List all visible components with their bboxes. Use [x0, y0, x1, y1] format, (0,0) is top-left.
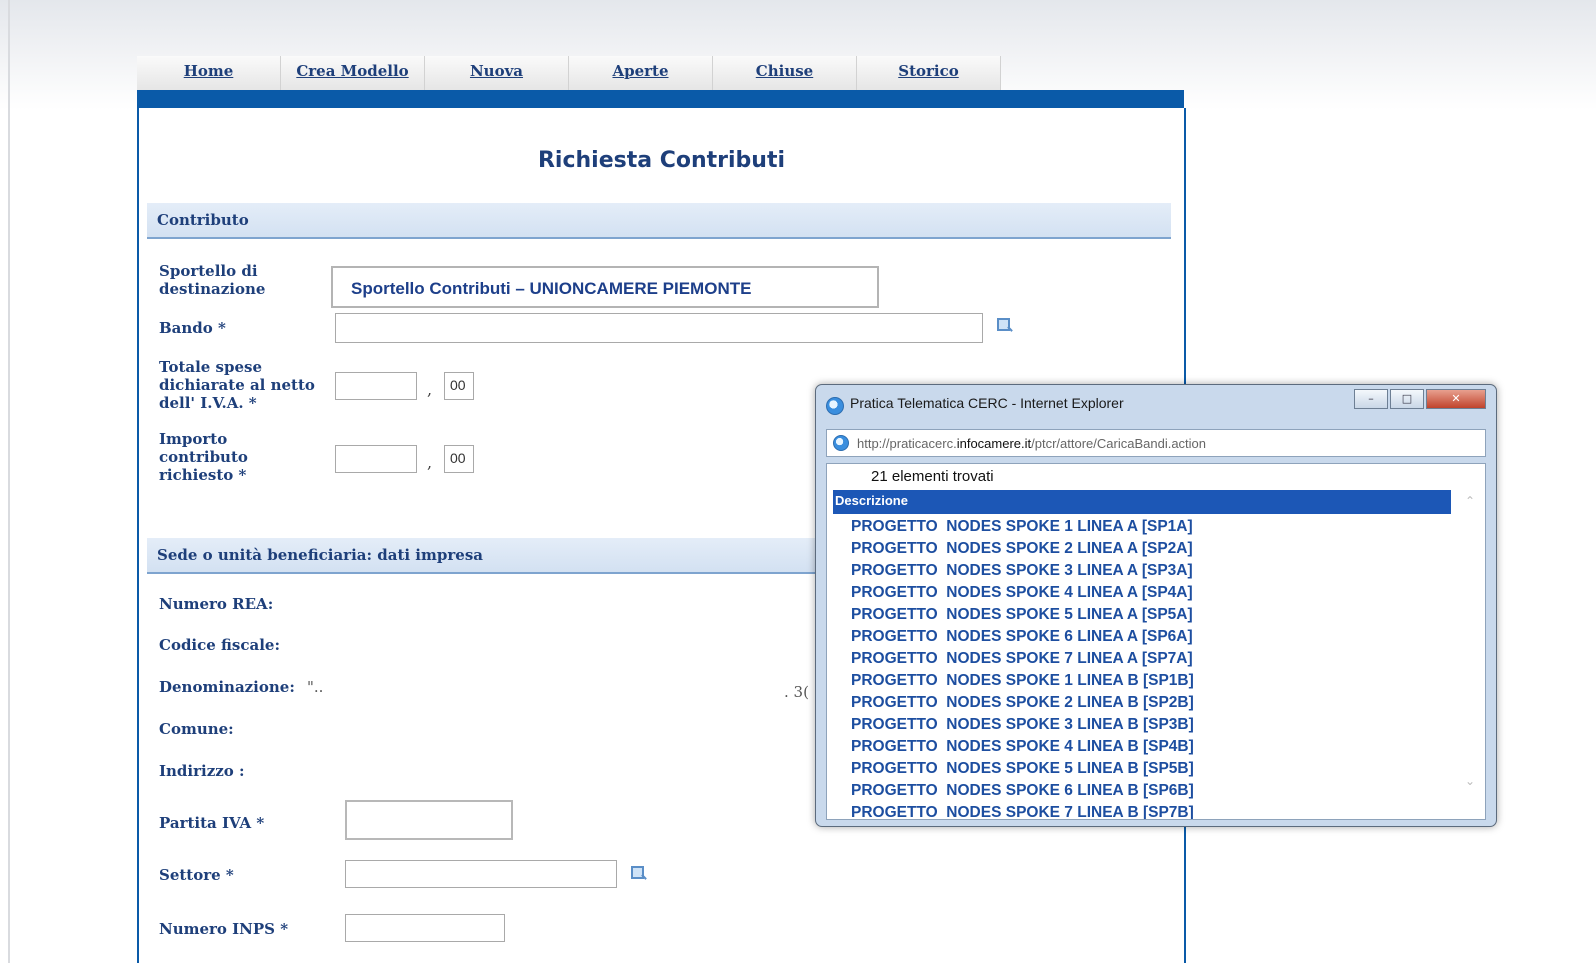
bando-input[interactable]	[335, 313, 983, 343]
totale-comma: ,	[427, 380, 433, 399]
url-path: /ptcr/attore/CaricaBandi.action	[1031, 436, 1207, 451]
url-host: infocamere.it	[956, 436, 1032, 451]
importo-comma: ,	[427, 453, 433, 472]
list-item[interactable]: PROGETTO NODES SPOKE 5 LINEA B [SP5B]	[851, 758, 1194, 780]
sportello-value: Sportello Contributi – UNIONCAMERE PIEMO…	[331, 266, 879, 308]
tab-crea-modello[interactable]: Crea Modello	[281, 56, 425, 90]
list-item[interactable]: PROGETTO NODES SPOKE 7 LINEA B [SP7B]	[851, 802, 1194, 819]
sportello-label: Sportello di destinazione	[159, 262, 266, 298]
tab-aperte[interactable]: Aperte	[569, 56, 713, 90]
settore-label: Settore *	[159, 866, 234, 884]
bando-label: Bando *	[159, 319, 226, 337]
column-header-descrizione[interactable]: Descrizione	[833, 490, 1451, 514]
page-title: Richiesta Contributi	[537, 148, 786, 173]
address-ie-icon	[833, 435, 849, 451]
address-bar[interactable]: http://praticacerc.infocamere.it/ptcr/at…	[826, 429, 1486, 457]
popup-title: Pratica Telematica CERC - Internet Explo…	[850, 395, 1124, 411]
internet-explorer-icon	[826, 397, 844, 415]
bando-search-icon[interactable]	[995, 316, 1013, 334]
indirizzo-label: Indirizzo :	[159, 762, 245, 780]
list-item[interactable]: PROGETTO NODES SPOKE 6 LINEA A [SP6A]	[851, 626, 1194, 648]
inps-label: Numero INPS *	[159, 920, 289, 938]
popup-body: 21 elementi trovati Descrizione PROGETTO…	[826, 463, 1486, 820]
importo-decimals-input[interactable]: 00	[444, 445, 474, 473]
tab-storico[interactable]: Storico	[857, 56, 1001, 90]
window-left-edge	[8, 0, 10, 963]
chevron-down-icon[interactable]: ⌄	[1465, 774, 1479, 788]
list-item[interactable]: PROGETTO NODES SPOKE 4 LINEA B [SP4B]	[851, 736, 1194, 758]
importo-input[interactable]	[335, 445, 417, 473]
totale-label: Totale spese dichiarate al netto dell' I…	[159, 358, 315, 412]
settore-input[interactable]	[345, 860, 617, 888]
bandi-list: PROGETTO NODES SPOKE 1 LINEA A [SP1A] PR…	[851, 516, 1194, 819]
denominazione-partial: . 3(	[784, 683, 809, 701]
list-item[interactable]: PROGETTO NODES SPOKE 1 LINEA B [SP1B]	[851, 670, 1194, 692]
list-item[interactable]: PROGETTO NODES SPOKE 2 LINEA B [SP2B]	[851, 692, 1194, 714]
list-item[interactable]: PROGETTO NODES SPOKE 7 LINEA A [SP7A]	[851, 648, 1194, 670]
list-item[interactable]: PROGETTO NODES SPOKE 3 LINEA B [SP3B]	[851, 714, 1194, 736]
url-prefix: http://praticacerc.	[857, 436, 957, 451]
tab-nuova[interactable]: Nuova	[425, 56, 569, 90]
list-item[interactable]: PROGETTO NODES SPOKE 5 LINEA A [SP5A]	[851, 604, 1194, 626]
nav-tabs: Home Crea Modello Nuova Aperte Chiuse St…	[137, 56, 1001, 90]
list-item[interactable]: PROGETTO NODES SPOKE 6 LINEA B [SP6B]	[851, 780, 1194, 802]
minimize-icon[interactable]: –	[1354, 389, 1388, 409]
list-item[interactable]: PROGETTO NODES SPOKE 4 LINEA A [SP4A]	[851, 582, 1194, 604]
nav-bar	[137, 90, 1184, 108]
tab-home[interactable]: Home	[137, 56, 281, 90]
tab-chiuse[interactable]: Chiuse	[713, 56, 857, 90]
totale-input[interactable]	[335, 372, 417, 400]
cf-label: Codice fiscale:	[159, 636, 281, 654]
list-item[interactable]: PROGETTO NODES SPOKE 3 LINEA A [SP3A]	[851, 560, 1194, 582]
comune-label: Comune:	[159, 720, 234, 738]
close-icon[interactable]: ✕	[1426, 389, 1486, 409]
list-item[interactable]: PROGETTO NODES SPOKE 2 LINEA A [SP2A]	[851, 538, 1194, 560]
denominazione-label: Denominazione:	[159, 678, 295, 696]
chevron-up-icon[interactable]: ⌃	[1465, 494, 1479, 508]
partita-iva-input[interactable]	[345, 800, 513, 840]
popup-window: Pratica Telematica CERC - Internet Explo…	[815, 384, 1497, 827]
rea-label: Numero REA:	[159, 595, 274, 613]
denominazione-value: "..	[307, 678, 324, 696]
totale-decimals-input[interactable]: 00	[444, 372, 474, 400]
partita-iva-label: Partita IVA *	[159, 814, 265, 832]
results-count: 21 elementi trovati	[871, 468, 994, 485]
settore-search-icon[interactable]	[629, 864, 647, 882]
inps-input[interactable]	[345, 914, 505, 942]
importo-label: Importo contributo richiesto *	[159, 430, 248, 484]
maximize-icon[interactable]: □	[1390, 389, 1424, 409]
list-item[interactable]: PROGETTO NODES SPOKE 1 LINEA A [SP1A]	[851, 516, 1194, 538]
section-contributo: Contributo	[147, 203, 1171, 239]
